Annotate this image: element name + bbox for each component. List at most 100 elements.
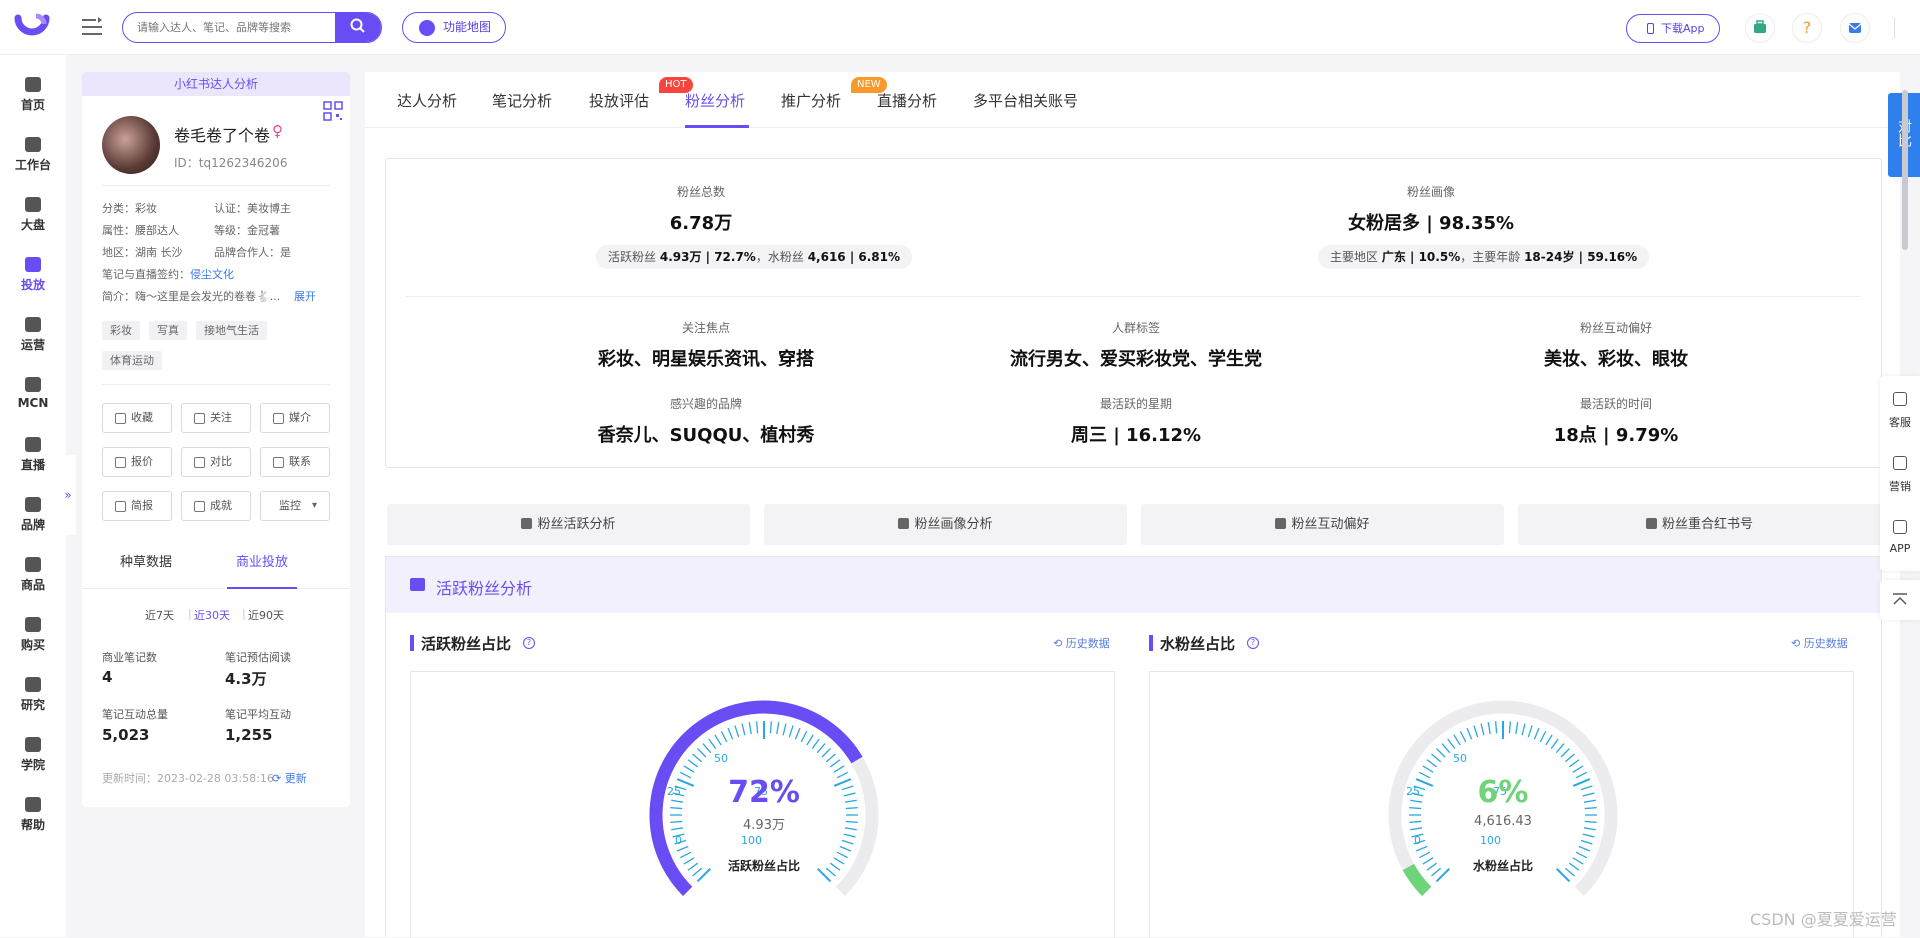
scrollbar[interactable] — [1902, 90, 1908, 250]
expand-link[interactable]: 展开 — [294, 288, 316, 304]
gauge-tick-mark — [1578, 845, 1591, 852]
sidebar-item[interactable]: 投放 — [0, 249, 66, 305]
subtab-fan-portrait[interactable]: 粉丝画像分析 — [764, 504, 1127, 545]
top-header: 功能地图 下载App ? — [0, 0, 1920, 55]
achievement-label: 成就 — [210, 499, 232, 512]
right-tool-item[interactable]: APP — [1880, 510, 1920, 566]
gauge-tick-mark — [843, 833, 856, 838]
fans-breakdown-pill: 活跃粉丝 4.93万 | 72.7%，水粉丝 4,616 | 6.81% — [596, 245, 913, 269]
collect-button[interactable]: 收藏 — [102, 403, 172, 433]
back-to-top-button[interactable] — [1880, 580, 1920, 620]
stat-label: 笔记平均互动 — [225, 708, 291, 721]
search-input[interactable] — [123, 13, 337, 42]
mail-icon — [1848, 23, 1862, 33]
pk-icon — [194, 457, 205, 468]
media-button[interactable]: 媒介 — [260, 403, 330, 433]
tab-creator-analysis[interactable]: 达人分析 — [397, 90, 457, 111]
gauge-tick-mark — [833, 765, 845, 773]
help-icon[interactable]: ? — [523, 637, 535, 649]
sidebar-item[interactable]: 大盘 — [0, 189, 66, 245]
marketing-icon — [1893, 456, 1907, 470]
crowd-label: 人群标签 — [1111, 321, 1160, 335]
achievement-button[interactable]: 成就 — [181, 491, 251, 521]
tag-chip[interactable]: 体育运动 — [102, 351, 162, 370]
tab-note-analysis[interactable]: 笔记分析 — [492, 90, 552, 111]
sidebar-item[interactable]: 研究 — [0, 669, 66, 725]
history-link[interactable]: ⟲ 历史数据 — [1791, 635, 1848, 651]
sidebar-item[interactable]: 购买 — [0, 609, 66, 665]
tab-business[interactable]: 商业投放 — [236, 551, 288, 570]
gauge-tick-mark — [1436, 748, 1446, 758]
menu-toggle-icon[interactable] — [80, 15, 104, 39]
sidebar-item[interactable]: 首页 — [0, 69, 66, 125]
search-button[interactable] — [335, 13, 381, 42]
subtab-fan-overlap[interactable]: 粉丝重合红书号 — [1518, 504, 1881, 545]
sidebar-item[interactable]: 帮助 — [0, 789, 66, 845]
video-icon — [25, 437, 41, 452]
sidebar-item[interactable]: 商品 — [0, 549, 66, 605]
gauge-tick-0: 0 — [1414, 834, 1421, 847]
monitor-dropdown[interactable]: 监控 ▾ — [260, 491, 330, 521]
sidebar-item-label: 首页 — [20, 98, 45, 112]
range-7d[interactable]: 近7天 — [145, 607, 174, 623]
tag-chip[interactable]: 接地气生活 — [196, 321, 267, 340]
brief-button[interactable]: 简报 — [102, 491, 172, 521]
sidebar-item[interactable]: 品牌 — [0, 489, 66, 545]
tag-chip[interactable]: 彩妆 — [102, 321, 140, 340]
quote-button[interactable]: 报价 — [102, 447, 172, 477]
right-tool-item[interactable]: 客服 — [1880, 382, 1920, 438]
sidebar-item[interactable]: 工作台 — [0, 129, 66, 185]
tab-live-analysis[interactable]: 直播分析 NEW — [851, 77, 937, 111]
tab-grass-data[interactable]: 种草数据 — [120, 551, 172, 570]
help-icon[interactable]: ? — [1247, 637, 1259, 649]
gauge-tick-mark — [1527, 725, 1533, 738]
gauge-tick-mark — [1580, 839, 1593, 845]
gauge-tick-mark — [1555, 743, 1565, 754]
tab-label: 粉丝分析 — [685, 92, 746, 110]
avatar[interactable] — [102, 116, 160, 174]
tab-placement-eval[interactable]: 投放评估 — [589, 90, 649, 111]
contract-link[interactable]: 侵尘文化 — [190, 268, 234, 281]
chevron-down-icon: ▾ — [311, 500, 317, 511]
range-30d[interactable]: 近30天 — [194, 607, 230, 623]
range-90d[interactable]: 近90天 — [248, 607, 284, 623]
briefcase-button[interactable] — [1745, 13, 1775, 43]
subtab-fan-activity[interactable]: 粉丝活跃分析 — [387, 504, 750, 545]
gauge-tick-mark — [702, 743, 712, 754]
sidebar-item-label: 投放 — [20, 278, 45, 292]
follow-button[interactable]: 关注 — [181, 403, 251, 433]
sidebar-item[interactable]: 学院 — [0, 729, 66, 785]
tab-fan-analysis[interactable]: 粉丝分析 HOT — [659, 77, 746, 111]
follow-label: 关注 — [210, 411, 232, 424]
users-icon — [410, 578, 425, 591]
subtab-fan-interaction[interactable]: 粉丝互动偏好 — [1141, 504, 1504, 545]
tab-label: 推广分析 — [781, 92, 842, 110]
sidebar-item-label: 运营 — [20, 338, 45, 352]
tab-multi-platform[interactable]: 多平台相关账号 — [973, 90, 1078, 111]
compare-button[interactable]: 对比 — [181, 447, 251, 477]
download-app-button[interactable]: 下载App — [1626, 14, 1720, 43]
qr-code-icon[interactable] — [322, 100, 344, 122]
sidebar-expand-handle[interactable]: » — [60, 455, 76, 535]
feature-map-button[interactable]: 功能地图 — [402, 12, 506, 43]
divider — [82, 588, 350, 589]
bag-icon — [25, 497, 41, 512]
brief-label: 简报 — [131, 499, 153, 512]
update-button[interactable]: ⟳ 更新 — [272, 770, 307, 786]
right-tool-item[interactable]: 营销 — [1880, 446, 1920, 502]
message-button[interactable] — [1840, 13, 1870, 43]
tag-chip[interactable]: 写真 — [149, 321, 187, 340]
sidebar-item-label: 学院 — [20, 758, 45, 772]
sidebar-item[interactable]: 直播 — [0, 429, 66, 485]
sidebar-item[interactable]: MCN — [0, 369, 66, 425]
sidebar-item[interactable]: 运营 — [0, 309, 66, 365]
tab-label: 投放评估 — [589, 92, 650, 110]
logo-icon[interactable] — [14, 12, 50, 42]
tab-promotion-analysis[interactable]: 推广分析 — [781, 90, 841, 111]
section-title: 活跃粉丝分析 — [436, 579, 533, 598]
question-button[interactable]: ? — [1792, 13, 1822, 43]
phone-icon — [1647, 23, 1654, 34]
time-label: 最活跃的时间 — [1579, 397, 1652, 411]
contact-button[interactable]: 联系 — [260, 447, 330, 477]
history-link[interactable]: ⟲ 历史数据 — [1053, 635, 1110, 651]
